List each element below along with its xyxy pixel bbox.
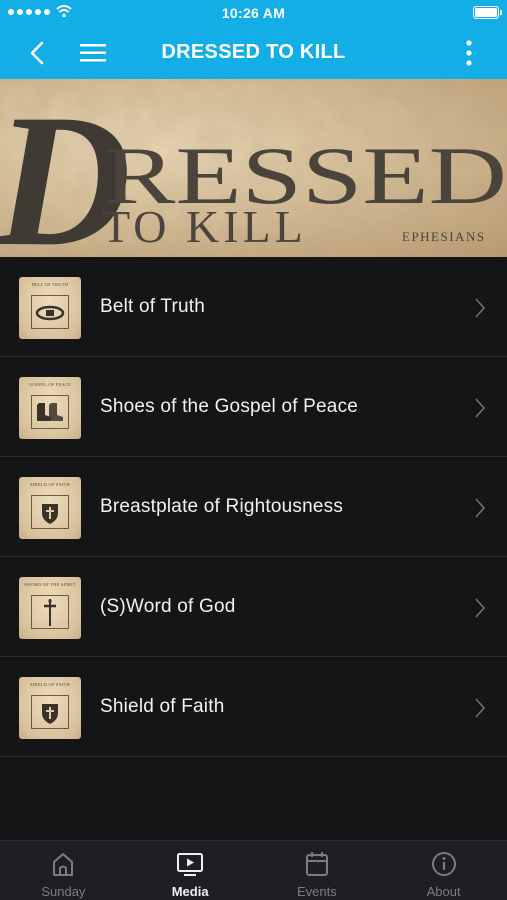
page-title: DRESSED TO KILL xyxy=(161,41,346,63)
calendar-icon xyxy=(305,852,328,876)
list-item[interactable]: SWORD OF THE SPIRIT (S)Word of God xyxy=(0,557,507,657)
item-label: (S)Word of God xyxy=(100,596,236,617)
tab-media[interactable]: Media xyxy=(127,841,254,900)
belt-icon xyxy=(31,295,69,329)
status-time: 10:26 AM xyxy=(221,5,286,21)
series-banner: D RESSED TO KILL EPHESIANS xyxy=(0,79,507,257)
tab-about[interactable]: About xyxy=(380,841,507,900)
item-label: Shield of Faith xyxy=(100,696,225,717)
chevron-right-icon xyxy=(475,698,486,718)
list-item[interactable]: SHIELD OF FAITH Breastplate of Rightousn… xyxy=(0,457,507,557)
thumbnail-caption: SHIELD OF FAITH xyxy=(30,682,70,687)
list-item[interactable]: BELT OF TRUTH Belt of Truth xyxy=(0,257,507,357)
media-icon xyxy=(177,853,204,876)
media-list: BELT OF TRUTH Belt of Truth GOSPEL OF PE… xyxy=(0,257,507,757)
thumbnail-caption: SWORD OF THE SPIRIT xyxy=(24,582,76,587)
sword-icon xyxy=(31,595,69,629)
shoes-icon xyxy=(31,395,69,429)
item-label: Breastplate of Rightousness xyxy=(100,496,344,517)
item-thumbnail: GOSPEL OF PEACE xyxy=(19,377,81,439)
item-thumbnail: SWORD OF THE SPIRIT xyxy=(19,577,81,639)
item-label: Shoes of the Gospel of Peace xyxy=(100,396,359,417)
banner-subtitle: TO KILL xyxy=(102,201,307,252)
tab-sunday[interactable]: Sunday xyxy=(0,841,127,900)
tab-label: About xyxy=(426,884,461,899)
thumbnail-caption: SHIELD OF FAITH xyxy=(30,482,70,487)
tab-label: Events xyxy=(297,884,337,899)
chevron-right-icon xyxy=(475,398,486,418)
chevron-right-icon xyxy=(475,598,486,618)
battery-icon xyxy=(473,6,502,19)
list-item[interactable]: SHIELD OF FAITH Shield of Faith xyxy=(0,657,507,757)
banner-tag: EPHESIANS xyxy=(402,229,486,244)
tab-events[interactable]: Events xyxy=(254,841,381,900)
top-bar: 10:26 AM DRESSED TO KILL xyxy=(0,0,507,79)
status-bar: 10:26 AM xyxy=(0,0,507,26)
thumbnail-caption: BELT OF TRUTH xyxy=(31,282,69,287)
info-icon xyxy=(431,852,456,876)
bottom-tab-bar: Sunday Media Events About xyxy=(0,840,507,900)
church-icon xyxy=(53,853,74,876)
chevron-right-icon xyxy=(475,498,486,518)
tab-label: Sunday xyxy=(41,884,86,899)
item-thumbnail: BELT OF TRUTH xyxy=(19,277,81,339)
list-item[interactable]: GOSPEL OF PEACE Shoes of the Gospel of P… xyxy=(0,357,507,457)
nav-header: DRESSED TO KILL xyxy=(0,26,507,79)
item-label: Belt of Truth xyxy=(100,296,206,317)
more-options-button[interactable] xyxy=(459,38,479,68)
thumbnail-caption: GOSPEL OF PEACE xyxy=(28,382,72,387)
item-thumbnail: SHIELD OF FAITH xyxy=(19,477,81,539)
shield-icon xyxy=(31,695,69,729)
chevron-right-icon xyxy=(475,298,486,318)
item-thumbnail: SHIELD OF FAITH xyxy=(19,677,81,739)
breastplate-icon xyxy=(31,495,69,529)
tab-label: Media xyxy=(171,884,209,899)
